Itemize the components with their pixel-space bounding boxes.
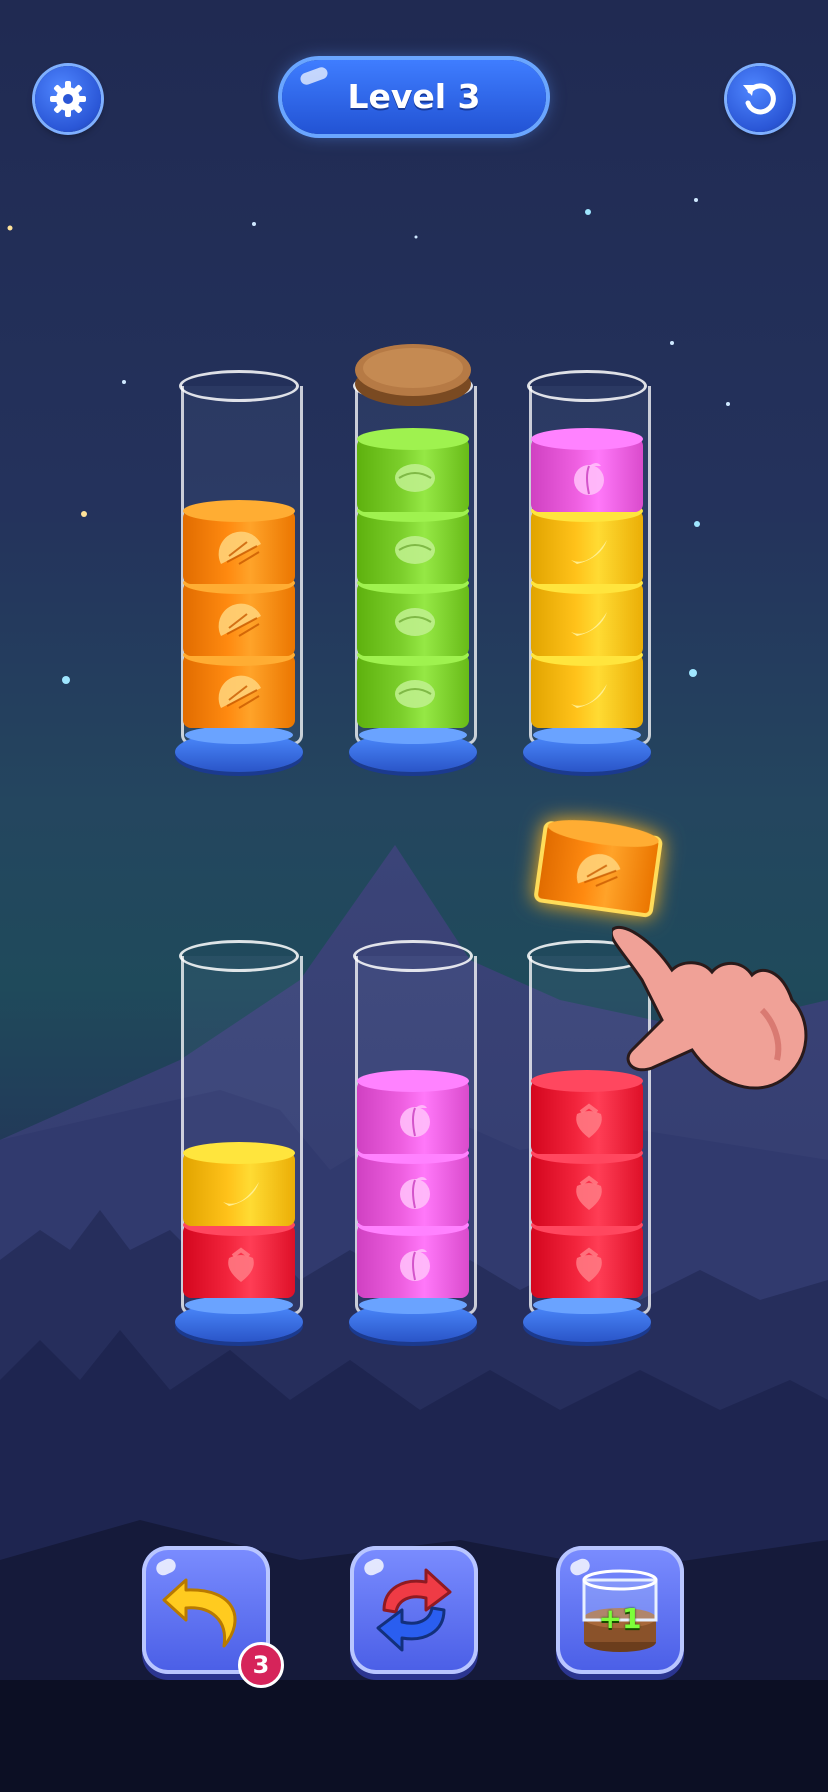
orange-slice-icon xyxy=(218,531,261,565)
red-block xyxy=(531,1214,643,1298)
peach-icon xyxy=(400,1105,430,1137)
green-block xyxy=(357,428,469,512)
tube-base-top xyxy=(185,726,293,744)
peach-icon xyxy=(400,1249,430,1281)
cork-lid xyxy=(355,344,471,406)
tube-rim xyxy=(179,940,299,972)
block-top xyxy=(183,1142,295,1164)
pink-block xyxy=(357,1142,469,1226)
tube-stack xyxy=(357,1070,469,1298)
gear-icon xyxy=(50,81,86,117)
pink-block xyxy=(531,428,643,512)
orange-block xyxy=(183,644,295,728)
tube-4[interactable] xyxy=(175,940,303,1356)
tube-3[interactable] xyxy=(523,370,651,786)
strawberry-icon xyxy=(576,1247,602,1282)
peach-icon xyxy=(574,463,604,495)
yellow-block xyxy=(531,572,643,656)
strawberry-icon xyxy=(228,1247,254,1282)
tube-rim xyxy=(353,940,473,972)
orange-slice-icon xyxy=(218,675,261,709)
pink-block xyxy=(357,1214,469,1298)
orange-slice-icon xyxy=(576,854,621,887)
yellow-block xyxy=(183,1142,295,1226)
green-block xyxy=(357,644,469,728)
banana-icon xyxy=(571,612,607,636)
lime-icon xyxy=(395,608,435,636)
strawberry-icon xyxy=(576,1175,602,1210)
tube-5[interactable] xyxy=(349,940,477,1356)
lime-icon xyxy=(395,536,435,564)
undo-count-badge: 3 xyxy=(238,1642,284,1688)
undo-arrow-icon xyxy=(162,1578,237,1648)
block-top xyxy=(357,428,469,450)
pink-block xyxy=(357,1070,469,1154)
tube-base-top xyxy=(533,1296,641,1314)
green-block xyxy=(357,500,469,584)
tube-stack xyxy=(531,428,643,728)
block-top xyxy=(357,1070,469,1092)
yellow-block xyxy=(531,500,643,584)
tube-base-top xyxy=(185,1296,293,1314)
orange-block xyxy=(533,814,664,919)
settings-button[interactable] xyxy=(35,66,101,132)
undo-button[interactable]: 3 xyxy=(142,1546,284,1688)
tube-rim xyxy=(179,370,299,402)
yellow-block xyxy=(531,644,643,728)
lime-icon xyxy=(395,464,435,492)
restart-icon xyxy=(743,83,776,115)
tube-rim xyxy=(527,370,647,402)
level-indicator: Level 3 xyxy=(282,60,546,134)
tube-stack xyxy=(183,1142,295,1298)
red-block xyxy=(531,1142,643,1226)
tube-stack xyxy=(183,500,295,728)
tube-stack xyxy=(531,1070,643,1298)
banana-icon xyxy=(223,1182,259,1206)
add-tube-label: +1 xyxy=(598,1602,642,1635)
tube-base-top xyxy=(533,726,641,744)
green-block xyxy=(357,572,469,656)
banana-icon xyxy=(571,684,607,708)
peach-icon xyxy=(400,1177,430,1209)
tube-2[interactable] xyxy=(349,370,477,786)
lime-icon xyxy=(395,680,435,708)
tube-1[interactable] xyxy=(175,370,303,786)
banana-icon xyxy=(571,540,607,564)
red-block xyxy=(183,1214,295,1298)
orange-slice-icon xyxy=(218,603,261,637)
mountain-night-background xyxy=(0,198,828,1792)
pointing-hand-icon xyxy=(612,925,808,1090)
shuffle-button[interactable] xyxy=(350,1546,478,1674)
game-screen: Level 3 3 +1 xyxy=(0,0,828,1792)
orange-block xyxy=(183,572,295,656)
shuffle-icon xyxy=(376,1568,452,1652)
restart-button[interactable] xyxy=(727,66,793,132)
tube-base-top xyxy=(359,1296,467,1314)
add-tube-button[interactable]: +1 xyxy=(556,1546,684,1674)
tube-base-top xyxy=(359,726,467,744)
level-title: Level 3 xyxy=(347,77,481,116)
block-top xyxy=(531,428,643,450)
strawberry-icon xyxy=(576,1103,602,1138)
tube-stack xyxy=(357,428,469,728)
block-top xyxy=(183,500,295,522)
orange-block xyxy=(183,500,295,584)
